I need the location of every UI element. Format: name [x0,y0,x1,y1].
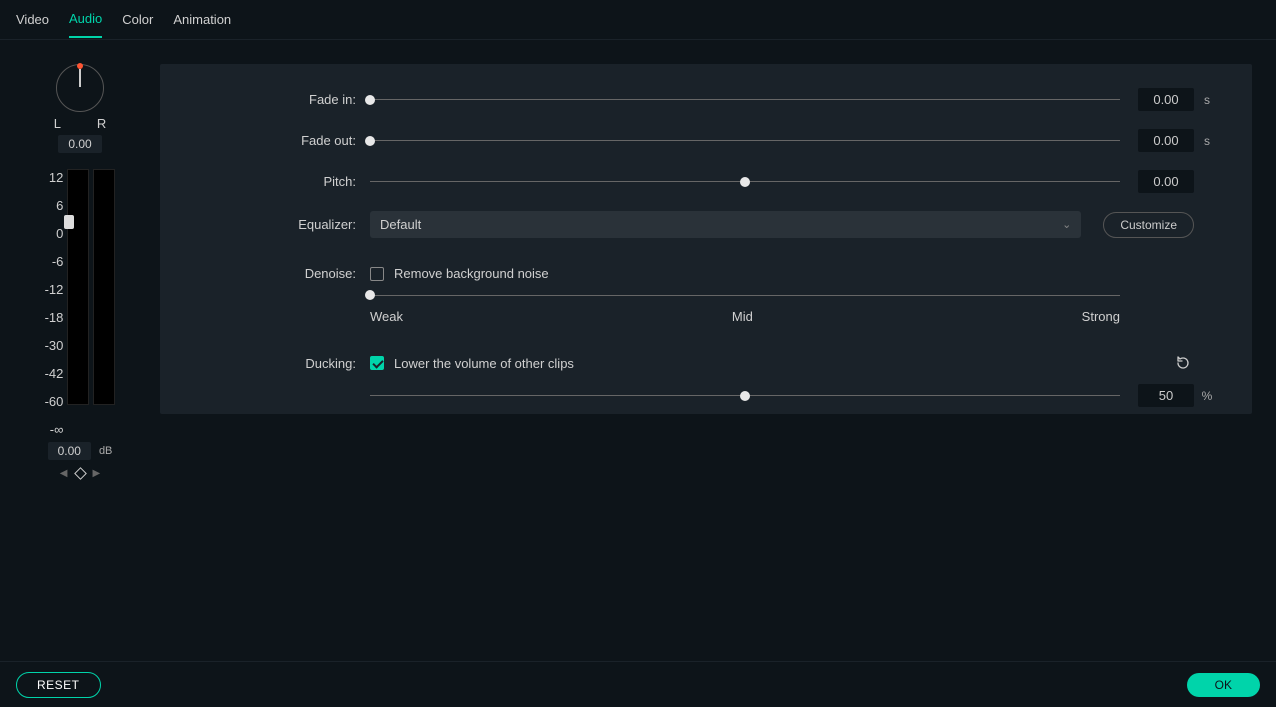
pan-value[interactable]: 0.00 [58,135,101,153]
denoise-check-label: Remove background noise [394,266,549,281]
fadeout-label: Fade out: [160,133,370,148]
pan-label-right: R [97,116,106,131]
top-tabs: Video Audio Color Animation [0,0,1276,40]
audio-sidebar: L R 0.00 1260-6-12-18-30-42-60-∞ 0.00 dB… [0,40,160,661]
ducking-reset-icon[interactable] [1172,352,1194,374]
ducking-unit: % [1198,389,1216,403]
ducking-slider[interactable] [370,388,1120,404]
pan-label-left: L [54,116,61,131]
ducking-label: Ducking: [160,356,370,371]
pitch-slider[interactable] [370,174,1120,190]
fadein-label: Fade in: [160,92,370,107]
pitch-value[interactable] [1138,170,1194,193]
volume-meter-left [67,169,89,405]
denoise-weak-label: Weak [370,309,403,324]
keyframe-prev-icon[interactable]: ◀ [60,468,68,479]
chevron-down-icon: ⌄ [1062,218,1071,231]
keyframe-add-icon[interactable] [74,467,87,480]
ducking-checkbox[interactable] [370,356,384,370]
audio-settings-panel: Fade in: s Fade out: s Pitch: Equalizer:… [160,64,1252,414]
pan-knob[interactable] [56,64,104,112]
fadein-unit: s [1198,93,1216,107]
ducking-value[interactable] [1138,384,1194,407]
fadeout-value[interactable] [1138,129,1194,152]
denoise-slider[interactable] [370,287,1120,303]
pitch-label: Pitch: [160,174,370,189]
equalizer-label: Equalizer: [160,217,370,232]
fadeout-slider[interactable] [370,133,1120,149]
denoise-mid-label: Mid [732,309,753,324]
pan-needle [79,69,81,87]
tab-video[interactable]: Video [16,2,49,37]
reset-button[interactable]: RESET [16,672,101,698]
fadein-value[interactable] [1138,88,1194,111]
denoise-checkbox[interactable] [370,267,384,281]
fadein-slider[interactable] [370,92,1120,108]
equalizer-select[interactable]: Default ⌄ [370,211,1081,238]
volume-slider-thumb[interactable] [64,215,74,229]
denoise-strong-label: Strong [1082,309,1120,324]
volume-value[interactable]: 0.00 [48,442,91,460]
ok-button[interactable]: OK [1187,673,1260,697]
equalizer-selected: Default [380,217,421,232]
customize-button[interactable]: Customize [1103,212,1194,238]
meter-scale: 1260-6-12-18-30-42-60-∞ [45,169,64,436]
volume-unit: dB [99,445,112,457]
fadeout-unit: s [1198,134,1216,148]
footer-bar: RESET OK [0,661,1276,707]
keyframe-next-icon[interactable]: ▶ [93,468,101,479]
tab-color[interactable]: Color [122,2,153,37]
tab-audio[interactable]: Audio [69,1,102,38]
tab-animation[interactable]: Animation [173,2,231,37]
ducking-check-label: Lower the volume of other clips [394,356,574,371]
volume-meter-right [93,169,115,405]
denoise-label: Denoise: [160,266,370,281]
